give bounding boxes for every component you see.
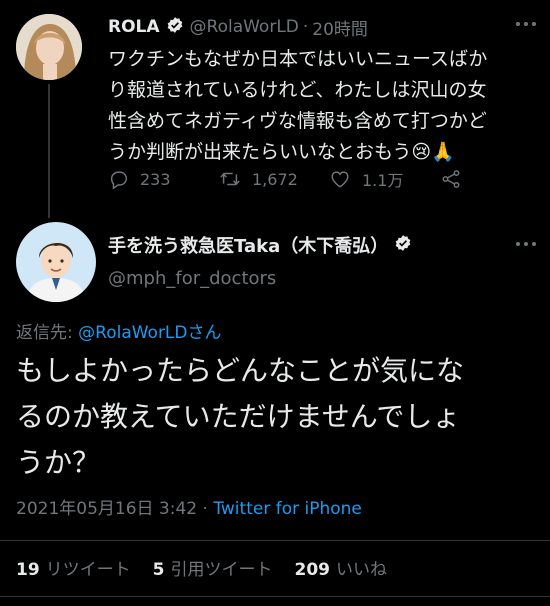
likes-stat[interactable]: 209 いいね: [295, 555, 388, 580]
verified-badge-icon: [394, 234, 412, 257]
share-icon: [442, 170, 460, 188]
retweets-stat-label: リツイート: [45, 560, 131, 580]
quotes-stat[interactable]: 5 引用ツイート: [153, 555, 273, 580]
tweet2-header: 手を洗う救急医Taka（木下喬弘）: [108, 232, 412, 258]
thread-connector: [48, 84, 50, 218]
divider-top: [0, 540, 550, 541]
likes-stat-label: いいね: [336, 560, 388, 580]
tweet1-header: ROLA @RolaWorLD · 20時間: [108, 14, 368, 40]
retweets-stat[interactable]: 19 リツイート: [16, 555, 131, 580]
reply-to-label: 返信先:: [16, 323, 79, 343]
divider-bottom: [0, 596, 550, 597]
retweets-stat-count: 19: [16, 560, 40, 580]
author-handle[interactable]: @mph_for_doctors: [108, 268, 276, 289]
tweet1-text: ワクチンもなぜか日本ではいいニュースばか り報道されているけれど、わたしは沢山の…: [108, 44, 538, 168]
tweet1-text-line: ワクチンもなぜか日本ではいいニュースばか: [108, 48, 488, 70]
quotes-stat-count: 5: [152, 560, 165, 580]
heart-icon: [331, 171, 349, 188]
tweet-meta: 2021年05月16日 3:42 · Twitter for iPhone: [16, 494, 362, 519]
avatar-rola-image: [16, 14, 82, 80]
tweet2-text-line: るのか教えていただけませんでしょ: [16, 400, 461, 433]
retweet-count: 1,672: [252, 169, 298, 189]
tweet1-text-line: り報道されているけれど、わたしは沢山の女: [108, 79, 487, 101]
tweet-stats: 19 リツイート 5 引用ツイート 209 いいね: [16, 555, 387, 580]
more-options-icon[interactable]: [516, 242, 536, 248]
tweet2-text: もしよかったらどんなことが気にな るのか教えていただけませんでしょ うか？: [16, 348, 536, 486]
likes-stat-count: 209: [294, 560, 331, 580]
like-action[interactable]: 1.1万: [328, 166, 403, 192]
reply-action[interactable]: 233: [108, 166, 171, 192]
avatar-taka-image: [16, 222, 96, 302]
tweet-client[interactable]: Twitter for iPhone: [213, 499, 362, 519]
quotes-stat-label: 引用ツイート: [170, 560, 273, 580]
share-action[interactable]: [440, 166, 462, 192]
author-handle[interactable]: @RolaWorLD: [190, 17, 299, 37]
tweet-timestamp[interactable]: 2021年05月16日 3:42 ·: [16, 499, 213, 519]
author-name[interactable]: 手を洗う救急医Taka（木下喬弘）: [108, 232, 388, 258]
tweet1-text-line: うか判断が出来たらいいなとおもう😢🙏: [108, 141, 455, 163]
reply-count: 233: [140, 169, 171, 189]
avatar-taka[interactable]: [16, 222, 96, 302]
reply-to: 返信先: @RolaWorLDさん: [16, 318, 222, 343]
avatar-rola[interactable]: [16, 14, 82, 80]
like-count: 1.1万: [362, 171, 404, 190]
tweet2-text-line: うか？: [16, 446, 101, 479]
header-separator: ·: [302, 17, 309, 37]
reply-icon: [110, 171, 128, 190]
reply-to-handle[interactable]: @RolaWorLDさん: [78, 323, 221, 343]
more-options-icon[interactable]: [516, 22, 536, 28]
retweet-icon: [220, 172, 240, 186]
tweet-time[interactable]: 20時間: [312, 15, 368, 40]
tweet2-text-line: もしよかったらどんなことが気にな: [16, 354, 465, 387]
verified-badge-icon: [166, 16, 184, 39]
author-name[interactable]: ROLA: [108, 17, 160, 37]
retweet-action[interactable]: 1,672: [218, 166, 298, 192]
tweet1-text-line: 性含めてネガティヴな情報も含めて打つかど: [108, 110, 487, 132]
